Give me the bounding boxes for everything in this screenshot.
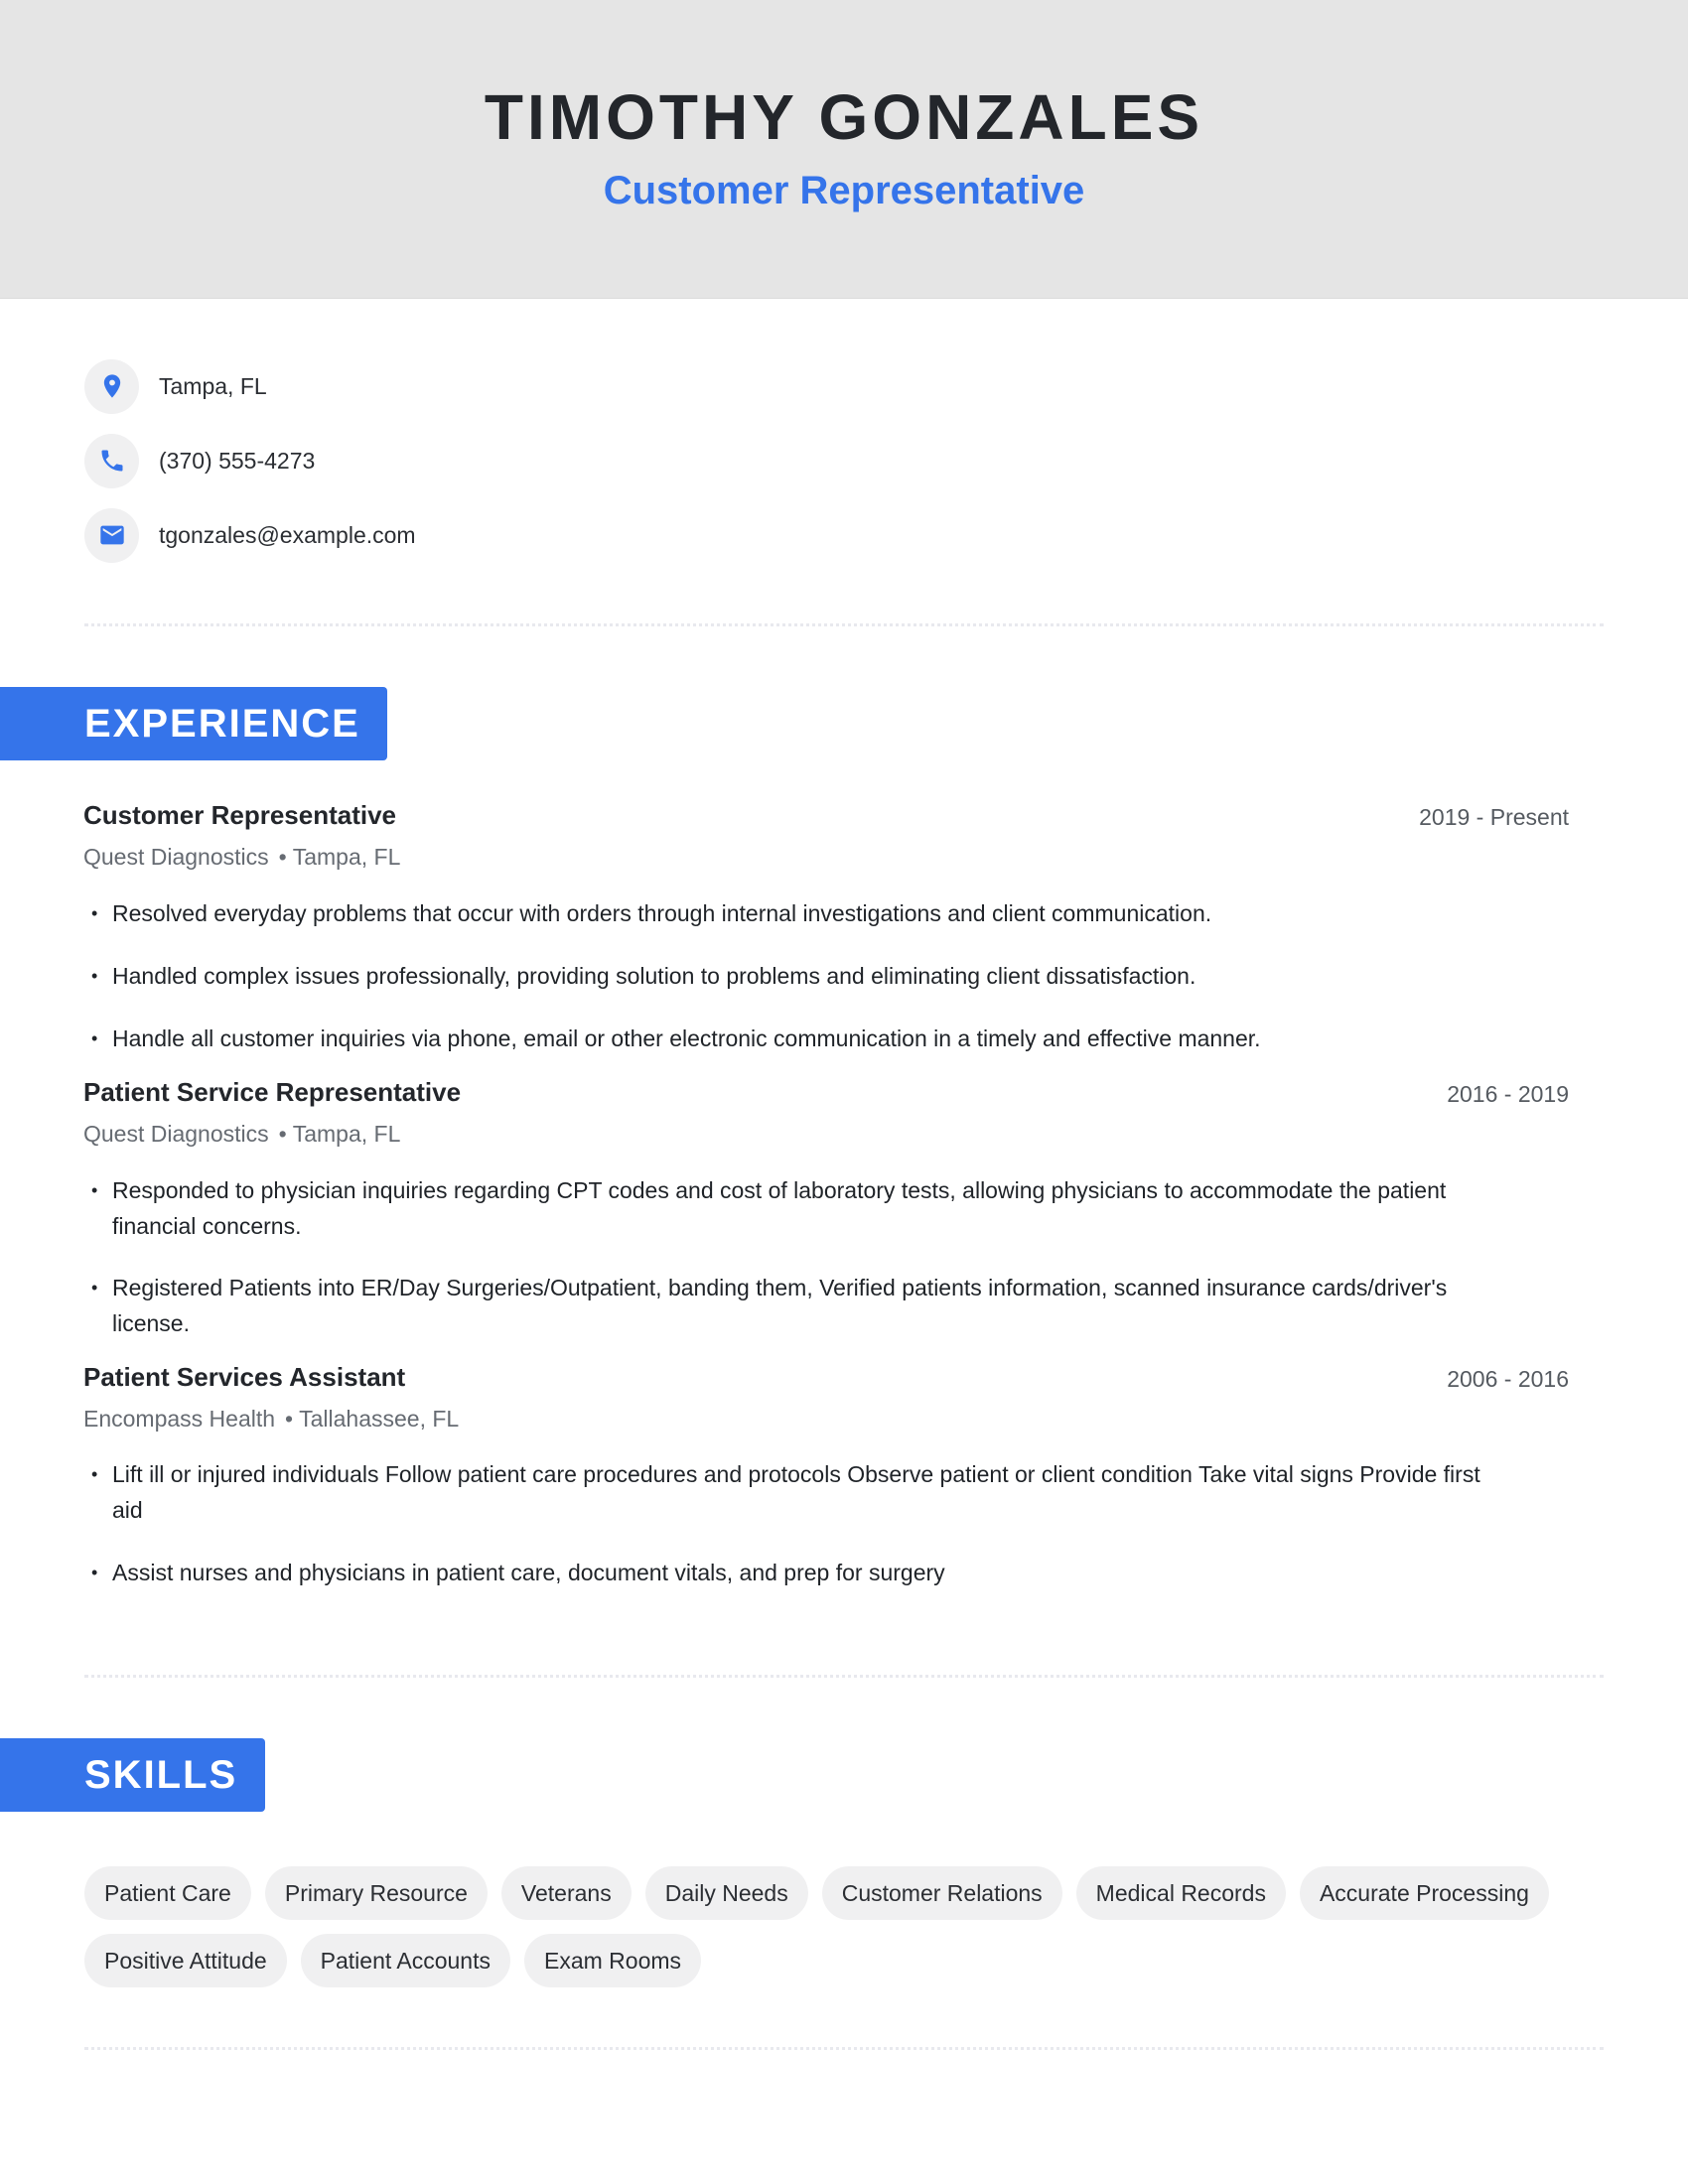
- contact-email-text: tgonzales@example.com: [159, 521, 416, 548]
- job-company-line: Quest Diagnostics • Tampa, FL: [83, 1121, 400, 1148]
- skill-chip: Medical Records: [1075, 1866, 1286, 1920]
- job-bullet: • Lift ill or injured individuals Follow …: [91, 1456, 1531, 1528]
- job-bullet: • Handled complex issues professionally, …: [91, 958, 1531, 994]
- bullet-mark: •: [91, 966, 98, 986]
- job-company: Quest Diagnostics: [83, 1121, 269, 1147]
- job-bullet: • Handle all customer inquiries via phone…: [91, 1021, 1531, 1056]
- contact-location: Tampa, FL: [84, 358, 267, 414]
- header-banner: TIMOTHY GONZALES Customer Representative: [0, 0, 1688, 299]
- job-company-line: Encompass Health • Tallahassee, FL: [83, 1406, 459, 1433]
- candidate-name: TIMOTHY GONZALES: [484, 81, 1204, 153]
- section-divider: [84, 1675, 1604, 1678]
- job-title: Patient Service Representative: [83, 1077, 462, 1107]
- skill-chip: Exam Rooms: [524, 1934, 702, 1987]
- contact-location-text: Tampa, FL: [159, 372, 267, 399]
- job-company: Quest Diagnostics: [83, 844, 269, 870]
- bullet-text: Registered Patients into ER/Day Surgerie…: [112, 1275, 1448, 1336]
- candidate-title: Customer Representative: [603, 169, 1085, 212]
- job-bullet: • Responded to physician inquiries regard…: [91, 1172, 1531, 1244]
- job-dates: 2019 - Present: [1419, 804, 1569, 830]
- location-pin-icon: [84, 358, 139, 414]
- job-title: Customer Representative: [83, 800, 396, 830]
- bullet-text: Lift ill or injured individuals Follow p…: [112, 1461, 1480, 1523]
- separator-dot: •: [278, 1121, 287, 1147]
- skill-chip: Positive Attitude: [84, 1934, 287, 1987]
- job-company: Encompass Health: [83, 1406, 276, 1432]
- section-divider: [84, 623, 1604, 626]
- skill-chip: Accurate Processing: [1299, 1866, 1549, 1920]
- job-bullet: • Assist nurses and physicians in patient…: [91, 1555, 1531, 1590]
- skill-chip: Patient Accounts: [300, 1934, 510, 1987]
- job-location: Tallahassee, FL: [299, 1406, 460, 1432]
- contact-phone-text: (370) 555-4273: [159, 447, 316, 474]
- skill-chip: Customer Relations: [821, 1866, 1062, 1920]
- skills-heading: SKILLS: [0, 1738, 265, 1812]
- job-bullet: • Resolved everyday problems that occur w…: [91, 895, 1531, 931]
- job-location: Tampa, FL: [292, 1121, 401, 1147]
- contact-phone: (370) 555-4273: [84, 433, 315, 488]
- job-dates: 2006 - 2016: [1447, 1366, 1569, 1392]
- job-company-line: Quest Diagnostics • Tampa, FL: [83, 844, 400, 871]
- experience-heading-text: EXPERIENCE: [84, 701, 360, 746]
- skills-heading-text: SKILLS: [84, 1752, 238, 1797]
- skill-chip: Daily Needs: [644, 1866, 808, 1920]
- bullet-mark: •: [91, 903, 98, 923]
- section-divider: [84, 2047, 1604, 2050]
- skills-list: Patient Care Primary Resource Veterans D…: [84, 1866, 1633, 1987]
- contact-email: tgonzales@example.com: [84, 507, 416, 563]
- bullet-text: Handled complex issues professionally, p…: [112, 963, 1196, 989]
- job-title: Patient Services Assistant: [83, 1362, 406, 1392]
- job-bullet: • Registered Patients into ER/Day Surgeri…: [91, 1270, 1531, 1341]
- job-dates: 2016 - 2019: [1447, 1081, 1569, 1107]
- phone-icon: [84, 433, 139, 488]
- bullet-mark: •: [91, 1180, 98, 1200]
- bullet-text: Assist nurses and physicians in patient …: [112, 1560, 945, 1585]
- bullet-text: Resolved everyday problems that occur wi…: [112, 900, 1212, 926]
- experience-heading: EXPERIENCE: [0, 687, 387, 760]
- bullet-mark: •: [91, 1278, 98, 1297]
- skill-chip: Primary Resource: [264, 1866, 488, 1920]
- email-icon: [84, 507, 139, 563]
- job-location: Tampa, FL: [292, 844, 401, 870]
- bullet-text: Handle all customer inquiries via phone,…: [112, 1025, 1261, 1051]
- separator-dot: •: [285, 1406, 294, 1432]
- bullet-mark: •: [91, 1563, 98, 1582]
- skill-chip: Veterans: [500, 1866, 632, 1920]
- bullet-text: Responded to physician inquiries regardi…: [112, 1177, 1447, 1239]
- separator-dot: •: [278, 844, 287, 870]
- skill-chip: Patient Care: [84, 1866, 251, 1920]
- bullet-mark: •: [91, 1464, 98, 1484]
- bullet-mark: •: [91, 1028, 98, 1048]
